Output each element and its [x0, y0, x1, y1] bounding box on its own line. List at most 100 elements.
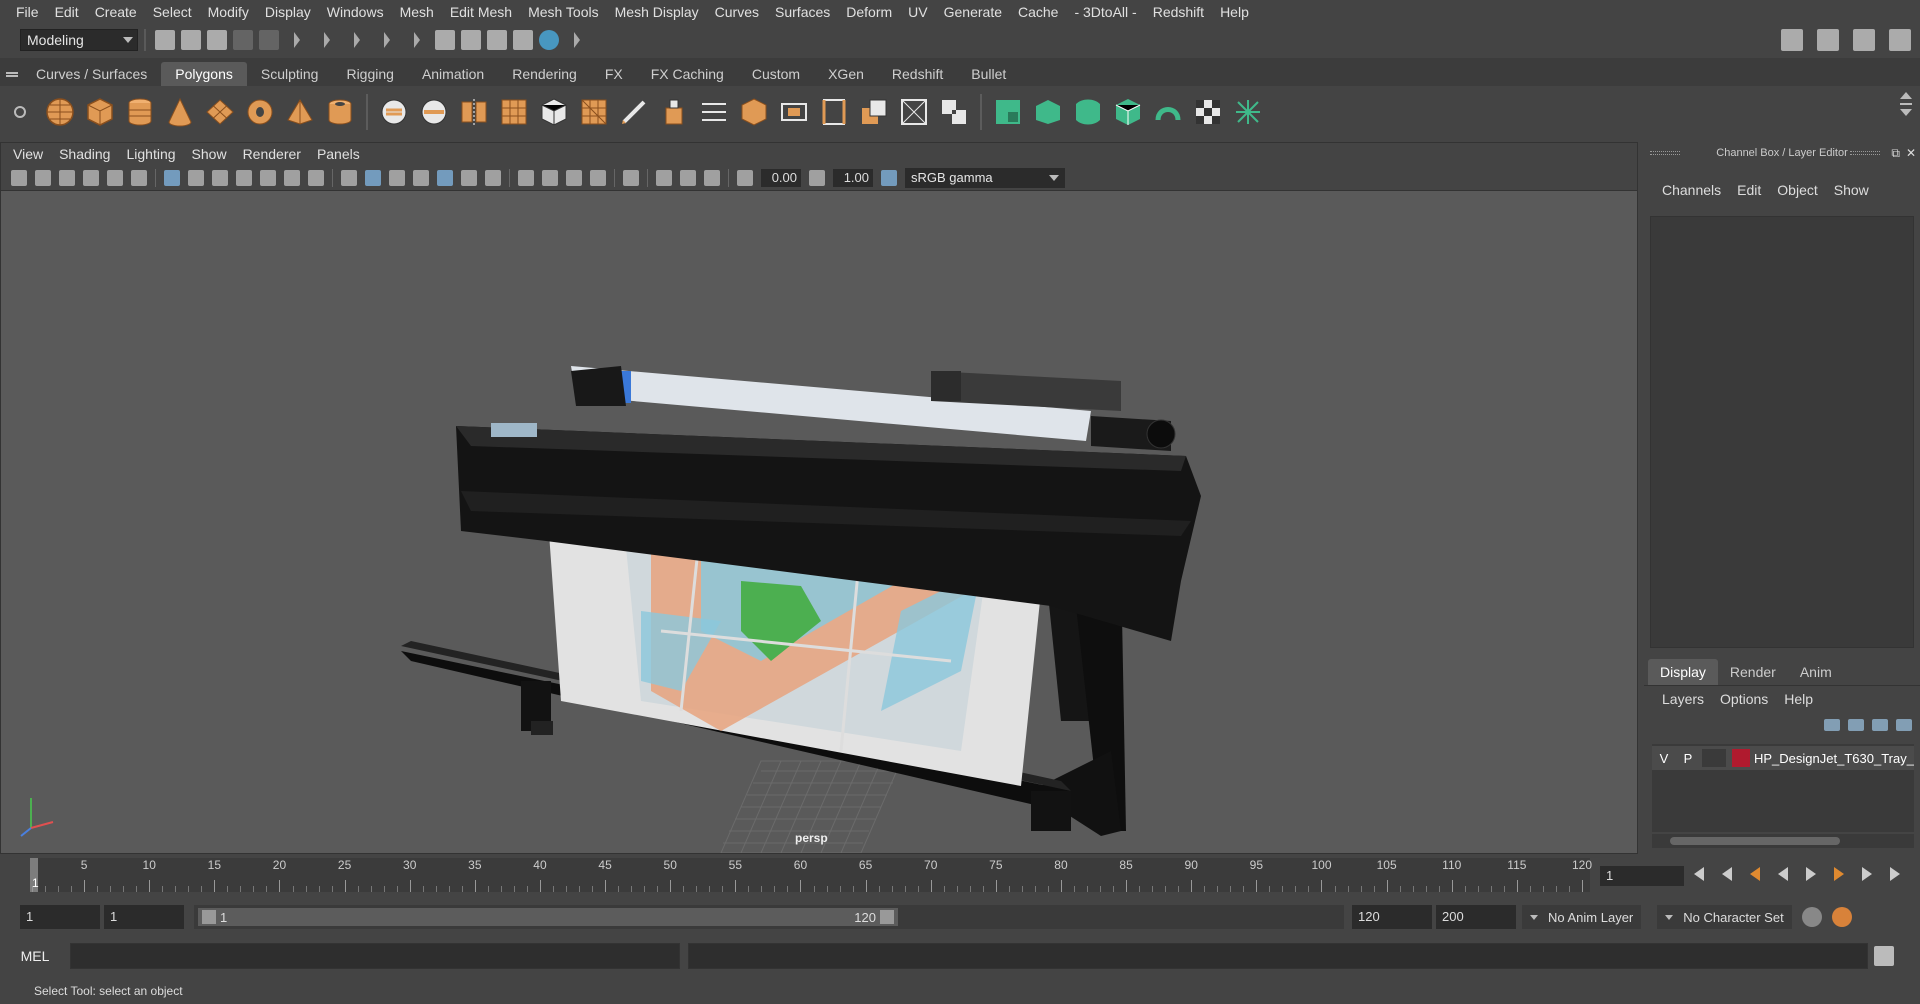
wireframe-on-shaded-icon[interactable]: [413, 169, 429, 186]
render-view-icon[interactable]: [435, 30, 455, 50]
range-end-handle[interactable]: [880, 910, 894, 924]
smooth-shade-icon[interactable]: [365, 169, 381, 186]
tab-render[interactable]: Render: [1718, 659, 1788, 685]
xray-icon[interactable]: [656, 169, 672, 186]
menu-edit-mesh[interactable]: Edit Mesh: [442, 0, 520, 24]
poly-cone-icon[interactable]: [164, 96, 196, 128]
menu-mesh[interactable]: Mesh: [392, 0, 442, 24]
merge-icon[interactable]: [858, 96, 890, 128]
poly-pyramid-icon[interactable]: [284, 96, 316, 128]
layer-color-swatch[interactable]: [1732, 749, 1750, 767]
layer-row[interactable]: V P HP_DesignJet_T630_Tray_: [1652, 746, 1914, 770]
layer-visibility-toggle[interactable]: V: [1652, 751, 1676, 766]
channel-menu-edit[interactable]: Edit: [1729, 182, 1769, 198]
render-settings-icon[interactable]: [513, 30, 533, 50]
tool-settings-icon[interactable]: [1853, 29, 1875, 51]
character-set-dropdown[interactable]: No Character Set: [1657, 905, 1792, 929]
bridge-icon[interactable]: [698, 96, 730, 128]
camera-attributes-icon[interactable]: [35, 169, 51, 186]
go-to-end-icon[interactable]: [1886, 866, 1904, 882]
tab-display[interactable]: Display: [1648, 659, 1718, 685]
menu-create[interactable]: Create: [87, 0, 145, 24]
layer-menu-options[interactable]: Options: [1712, 691, 1776, 707]
exposure-field[interactable]: 0.00: [761, 168, 801, 187]
animation-start-field[interactable]: 1: [20, 905, 100, 929]
menu-file[interactable]: File: [8, 0, 47, 24]
collapse-arrow-icon[interactable]: [574, 32, 580, 48]
modeling-toolkit-icon[interactable]: [1781, 29, 1803, 51]
panel-menu-lighting[interactable]: Lighting: [118, 146, 183, 162]
target-weld-icon[interactable]: [898, 96, 930, 128]
cut-uv-icon[interactable]: [1232, 96, 1264, 128]
safe-action-icon[interactable]: [284, 169, 300, 186]
field-chart-icon[interactable]: [260, 169, 276, 186]
tab-bullet[interactable]: Bullet: [957, 62, 1021, 86]
view-transform-dropdown[interactable]: sRGB gamma: [905, 167, 1065, 188]
menu-deform[interactable]: Deform: [838, 0, 900, 24]
menu-uv[interactable]: UV: [900, 0, 935, 24]
gamma-icon[interactable]: [809, 169, 825, 186]
cylindrical-map-icon[interactable]: [1072, 96, 1104, 128]
menu-generate[interactable]: Generate: [936, 0, 1010, 24]
uv-editor-icon[interactable]: [992, 96, 1024, 128]
depth-of-field-icon[interactable]: [590, 169, 606, 186]
hypershade-icon[interactable]: [539, 30, 559, 50]
drag-handle[interactable]: [1850, 151, 1880, 155]
close-icon[interactable]: ✕: [1906, 146, 1916, 161]
grid-icon[interactable]: [164, 169, 180, 186]
tab-sculpting[interactable]: Sculpting: [246, 62, 333, 86]
unfold-icon[interactable]: [1152, 96, 1184, 128]
shadows-icon[interactable]: [485, 169, 501, 186]
panel-menu-renderer[interactable]: Renderer: [235, 146, 309, 162]
chevron-up-icon[interactable]: [1900, 92, 1912, 99]
gate-mask-icon[interactable]: [236, 169, 252, 186]
extrude-icon[interactable]: [658, 96, 690, 128]
bookmark-icon[interactable]: [59, 169, 75, 186]
move-layer-down-icon[interactable]: [1848, 719, 1864, 731]
menu-edit[interactable]: Edit: [47, 0, 87, 24]
multi-cut-icon[interactable]: [618, 96, 650, 128]
poly-plane-icon[interactable]: [204, 96, 236, 128]
channel-menu-channels[interactable]: Channels: [1654, 182, 1729, 198]
planar-map-icon[interactable]: [1032, 96, 1064, 128]
menu-modify[interactable]: Modify: [200, 0, 257, 24]
layer-type-toggle[interactable]: [1702, 749, 1726, 767]
go-to-start-icon[interactable]: [1690, 866, 1708, 882]
collapse-arrow-icon[interactable]: [324, 32, 330, 48]
current-frame-field[interactable]: 1: [1600, 866, 1684, 886]
screen-space-ao-icon[interactable]: [518, 169, 534, 186]
fill-hole-icon[interactable]: [778, 96, 810, 128]
anti-aliasing-icon[interactable]: [566, 169, 582, 186]
range-start-handle[interactable]: [202, 910, 216, 924]
play-forwards-icon[interactable]: [1802, 866, 1820, 882]
range-bar[interactable]: 1 120: [194, 905, 1344, 929]
move-layer-up-icon[interactable]: [1824, 719, 1840, 731]
mirror-icon[interactable]: [458, 96, 490, 128]
tab-fx-caching[interactable]: FX Caching: [636, 62, 738, 86]
grease-pencil-icon[interactable]: [131, 169, 147, 186]
channel-menu-show[interactable]: Show: [1826, 182, 1877, 198]
float-window-icon[interactable]: ⧉: [1891, 146, 1900, 161]
layer-playback-toggle[interactable]: P: [1676, 751, 1700, 766]
shelf-scroll[interactable]: [1900, 92, 1912, 116]
gamma-field[interactable]: 1.00: [833, 168, 873, 187]
layer-menu-help[interactable]: Help: [1776, 691, 1821, 707]
tab-polygons[interactable]: Polygons: [161, 62, 247, 86]
attribute-editor-icon[interactable]: [1817, 29, 1839, 51]
save-scene-icon[interactable]: [207, 30, 227, 50]
poly-torus-icon[interactable]: [244, 96, 276, 128]
tab-custom[interactable]: Custom: [737, 62, 815, 86]
step-forward-frame-icon[interactable]: [1858, 866, 1876, 882]
default-material-icon[interactable]: [389, 169, 405, 186]
animation-preferences-icon[interactable]: [1831, 907, 1852, 927]
append-icon[interactable]: [818, 96, 850, 128]
channel-list[interactable]: [1650, 216, 1914, 648]
automatic-map-icon[interactable]: [1112, 96, 1144, 128]
playback-start-field[interactable]: 1: [104, 905, 184, 929]
menu-windows[interactable]: Windows: [319, 0, 392, 24]
tab-curves-surfaces[interactable]: Curves / Surfaces: [22, 62, 162, 86]
textured-icon[interactable]: [437, 169, 453, 186]
collapse-arrow-icon[interactable]: [294, 32, 300, 48]
xray-joints-icon[interactable]: [680, 169, 696, 186]
viewport-scene[interactable]: [1, 191, 1637, 853]
